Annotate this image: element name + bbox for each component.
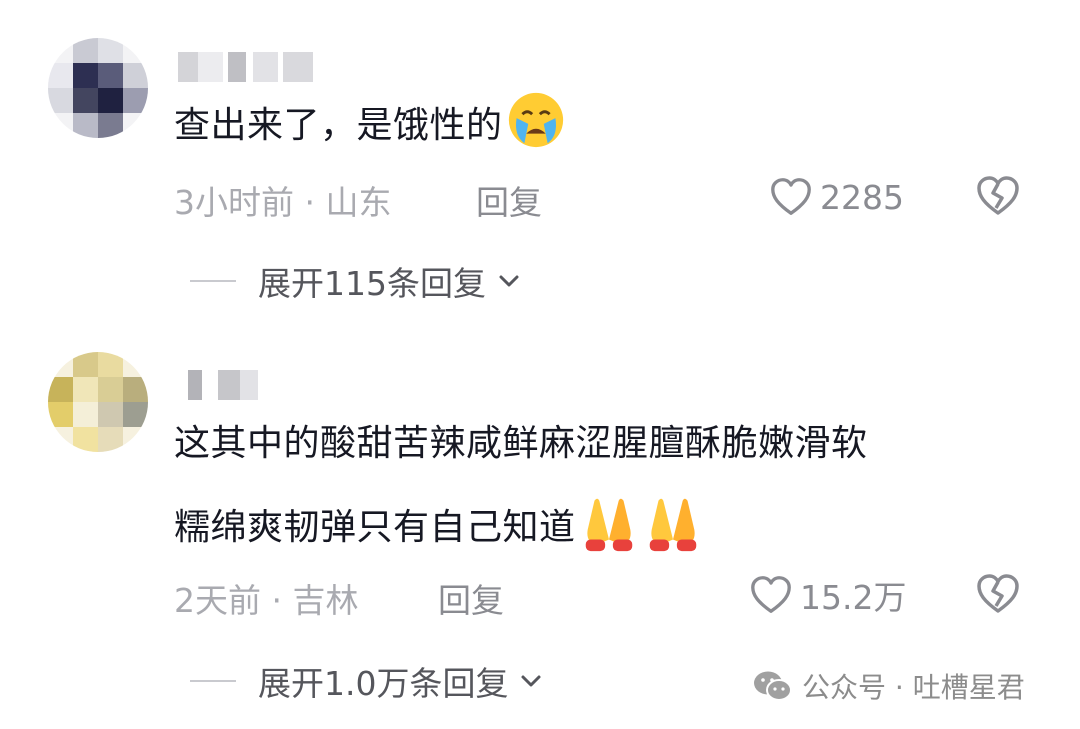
loudly-crying-face-emoji <box>508 92 563 148</box>
comment-text-line: 这其中的酸甜苦辣咸鲜麻涩腥膻酥脆嫩滑软 <box>174 423 868 464</box>
reply-button[interactable]: 回复 <box>476 176 542 224</box>
broken-heart-icon[interactable] <box>974 570 1022 618</box>
username-blurred[interactable] <box>188 370 268 400</box>
comment-meta: 2天前 · 吉林 <box>174 574 358 622</box>
chevron-down-icon <box>521 675 541 687</box>
watermark-text: 公众号 · 吐槽星君 <box>802 671 1025 704</box>
heart-icon <box>751 576 791 613</box>
divider-dash <box>190 680 236 682</box>
chevron-down-icon <box>499 275 519 287</box>
heart-icon <box>771 178 811 215</box>
reply-button[interactable]: 回复 <box>438 574 504 622</box>
comment-location: 吉林 <box>292 581 359 620</box>
watermark: 公众号 · 吐槽星君 <box>752 664 1025 708</box>
expand-replies-button[interactable]: 展开1.0万条回复 <box>190 656 546 706</box>
expand-replies-label: 展开1.0万条回复 <box>258 664 509 703</box>
divider-dash <box>190 280 236 282</box>
avatar[interactable] <box>48 352 148 452</box>
comment-text: 查出来了，是饿性的 <box>174 84 1034 168</box>
comment-time: 3小时前 <box>174 183 294 222</box>
comment-meta-row: 2天前 · 吉林 回复 15.2万 <box>174 570 1034 620</box>
comment-text: 这其中的酸甜苦辣咸鲜麻涩腥膻酥脆嫩滑软 糯绵爽韧弹只有自己知道 <box>174 402 1034 570</box>
expand-replies-button[interactable]: 展开115条回复 <box>190 256 524 306</box>
comment-meta: 3小时前 · 山东 <box>174 176 391 224</box>
like-button[interactable]: 15.2万 <box>748 570 906 620</box>
meta-separator: · <box>294 183 326 222</box>
comment-meta-row: 3小时前 · 山东 回复 2285 <box>174 172 1034 222</box>
like-count: 15.2万 <box>800 578 907 617</box>
comment-text-content: 糯绵爽韧弹只有自己知道 <box>174 507 576 548</box>
comment-time: 2天前 <box>174 581 261 620</box>
like-button[interactable]: 2285 <box>768 172 904 222</box>
avatar[interactable] <box>48 38 148 138</box>
meta-separator: · <box>261 581 293 620</box>
comment-location: 山东 <box>325 183 392 222</box>
broken-heart-icon[interactable] <box>974 172 1022 220</box>
expand-replies-label: 展开115条回复 <box>258 264 486 303</box>
like-count: 2285 <box>820 177 904 217</box>
wechat-icon <box>754 671 792 701</box>
comment-text-line: 糯绵爽韧弹只有自己知道 <box>174 486 1034 570</box>
username-blurred[interactable] <box>178 52 318 82</box>
folded-hands-emoji <box>585 498 632 552</box>
folded-hands-emoji <box>649 498 696 552</box>
comment-text-content: 查出来了，是饿性的 <box>174 105 503 146</box>
